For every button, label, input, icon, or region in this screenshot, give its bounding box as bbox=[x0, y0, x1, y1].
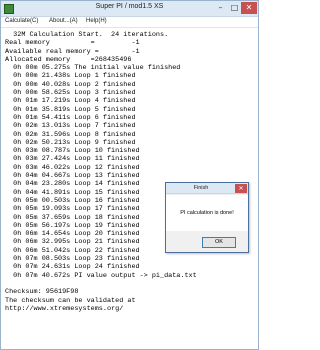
log-line: 0h 07m 08.503s Loop 23 finished bbox=[5, 255, 140, 264]
minimize-button[interactable]: – bbox=[214, 2, 227, 14]
log-line: 0h 01m 35.819s Loop 5 finished bbox=[5, 105, 136, 114]
log-line: 0h 07m 24.631s Loop 24 finished bbox=[5, 263, 140, 272]
log-line: 0h 00m 40.028s Loop 2 finished bbox=[5, 80, 136, 89]
log-line: http://www.xtremesystems.org/ bbox=[5, 304, 124, 313]
log-line: 32M Calculation Start. 24 iterations. bbox=[5, 31, 169, 39]
log-line: Available real memory = -1 bbox=[5, 47, 140, 56]
ok-button[interactable]: OK bbox=[202, 237, 236, 248]
log-line: 0h 02m 13.013s Loop 7 finished bbox=[5, 122, 136, 131]
finish-dialog: Finish ✕ PI calculation is done! OK bbox=[165, 182, 249, 253]
dialog-title-bar[interactable]: Finish ✕ bbox=[166, 183, 248, 194]
log-line: 0h 00m 05.275s The initial value finishe… bbox=[5, 64, 181, 73]
menu-about[interactable]: About...(A) bbox=[49, 18, 78, 24]
main-window: Super PI / mod1.5 XS – □ ✕ Calculate(C) … bbox=[0, 0, 259, 350]
log-line: 0h 03m 08.787s Loop 10 finished bbox=[5, 147, 140, 156]
log-line: The checksum can be validated at bbox=[5, 296, 136, 305]
log-line: 0h 01m 54.411s Loop 6 finished bbox=[5, 113, 136, 122]
menu-calculate[interactable]: Calculate(C) bbox=[5, 18, 38, 24]
menu-help[interactable]: Help(H) bbox=[86, 18, 107, 24]
log-line: Allocated memory =268435496 bbox=[5, 55, 132, 64]
menu-bar: Calculate(C) About...(A) Help(H) bbox=[1, 17, 258, 28]
log-line: Real memory = -1 bbox=[5, 39, 140, 48]
log-line: 0h 02m 50.213s Loop 9 finished bbox=[5, 138, 136, 147]
dialog-message: PI calculation is done! bbox=[180, 210, 234, 216]
dialog-close-button[interactable]: ✕ bbox=[235, 184, 247, 193]
dialog-title: Finish bbox=[193, 185, 209, 191]
log-line: 0h 02m 31.596s Loop 8 finished bbox=[5, 130, 136, 139]
log-line: Checksum: 95619F98 bbox=[5, 288, 79, 297]
title-bar[interactable]: Super PI / mod1.5 XS – □ ✕ bbox=[1, 1, 258, 17]
log-line: 0h 04m 04.667s Loop 13 finished bbox=[5, 172, 140, 181]
log-line: 0h 00m 21.438s Loop 1 finished bbox=[5, 72, 136, 81]
log-line: 0h 03m 27.424s Loop 11 finished bbox=[5, 155, 140, 164]
close-button[interactable]: ✕ bbox=[241, 2, 257, 14]
log-line: 0h 00m 58.625s Loop 3 finished bbox=[5, 89, 136, 98]
log-line: 0h 03m 46.022s Loop 12 finished bbox=[5, 163, 140, 172]
dialog-body: PI calculation is done! bbox=[166, 195, 248, 231]
log-line: 0h 01m 17.219s Loop 4 finished bbox=[5, 97, 136, 106]
maximize-button[interactable]: □ bbox=[228, 2, 241, 14]
log-line: 0h 07m 40.672s PI value output -> pi_dat… bbox=[5, 271, 197, 280]
